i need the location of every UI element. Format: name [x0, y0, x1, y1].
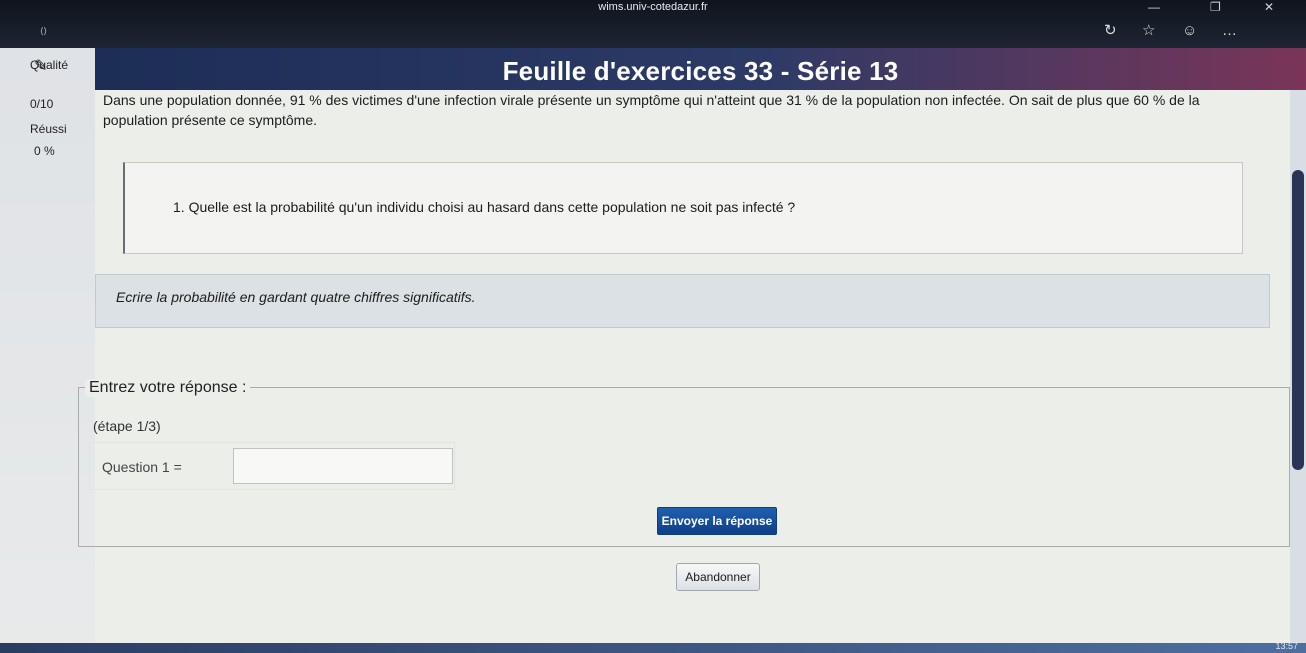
- url-bar[interactable]: wims.univ-cotedazur.fr: [0, 0, 1306, 14]
- exercise-statement: Dans une population donnée, 91 % des vic…: [103, 92, 1200, 128]
- title-band: Feuille d'exercices 33 - Série 13: [95, 48, 1306, 90]
- question-text: 1. Quelle est la probabilité qu'un indiv…: [173, 199, 796, 215]
- question-label: Question 1 =: [102, 459, 182, 475]
- instruction-box: Ecrire la probabilité en gardant quatre …: [95, 274, 1270, 328]
- page-title: Feuille d'exercices 33 - Série 13: [502, 56, 899, 86]
- profile-icon[interactable]: ☺: [1182, 22, 1197, 40]
- abandon-button[interactable]: Abandonner: [676, 563, 760, 591]
- close-icon[interactable]: ✕: [1264, 0, 1274, 14]
- extension-badge-icon[interactable]: ⟨⟩: [40, 26, 47, 37]
- taskbar-clock: 13:57: [1275, 641, 1298, 651]
- answer-legend: Entrez votre réponse :: [85, 379, 251, 397]
- step-indicator: (étape 1/3): [93, 418, 161, 434]
- quality-label: Qualité: [30, 58, 69, 72]
- browser-toolbar: ⟨⟩ ↻ ☆ ☺ …: [0, 14, 1306, 48]
- question-row: Question 1 =: [89, 442, 455, 490]
- instruction-text: Ecrire la probabilité en gardant quatre …: [116, 289, 476, 305]
- scrollbar-track[interactable]: [1290, 90, 1306, 653]
- quality-value: 0/10: [30, 97, 54, 111]
- answer-fieldset: Entrez votre réponse : (étape 1/3) Quest…: [78, 379, 1290, 547]
- submit-answer-button[interactable]: Envoyer la réponse: [657, 507, 777, 535]
- restore-icon[interactable]: ❐: [1210, 0, 1221, 14]
- answer-input[interactable]: [233, 448, 453, 484]
- question-box: 1. Quelle est la probabilité qu'un indiv…: [123, 162, 1243, 254]
- minimize-icon[interactable]: —: [1148, 0, 1160, 14]
- taskbar: 13:57: [0, 641, 1306, 653]
- success-value: 0 %: [34, 144, 55, 158]
- sidebar: ✎ Qualité 0/10 Réussi 0 %: [0, 48, 95, 653]
- scrollbar-thumb[interactable]: [1292, 170, 1304, 470]
- screen: wims.univ-cotedazur.fr — ❐ ✕ ⟨⟩ ↻ ☆ ☺ … …: [0, 0, 1306, 653]
- success-label: Réussi: [30, 122, 67, 136]
- browser-chrome: wims.univ-cotedazur.fr — ❐ ✕ ⟨⟩ ↻ ☆ ☺ …: [0, 0, 1306, 48]
- reload-icon[interactable]: ↻: [1104, 22, 1117, 40]
- more-icon[interactable]: …: [1222, 22, 1237, 40]
- favorites-icon[interactable]: ☆: [1142, 22, 1155, 40]
